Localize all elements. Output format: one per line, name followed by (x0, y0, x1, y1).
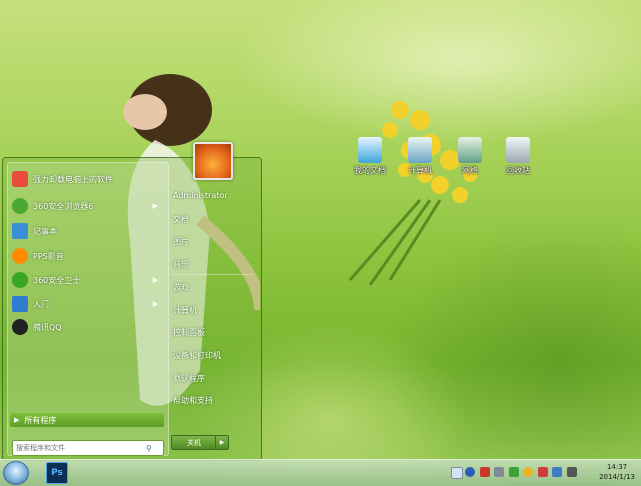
chevron-right-icon: ▶ (219, 439, 225, 446)
desktop-icon-label: 计算机 (408, 166, 432, 175)
right-item-pictures[interactable]: 图片 (173, 236, 189, 247)
desktop-icon-computer[interactable]: 计算机 (400, 137, 440, 176)
desktop-icon-label: 我的文档 (354, 166, 386, 175)
program-label: PPS影音 (33, 251, 64, 261)
keyboard-icon[interactable] (451, 467, 463, 479)
shield-tray-icon[interactable] (567, 467, 577, 477)
program-item-360-safe[interactable]: 360安全卫士 ▶ (12, 269, 164, 291)
program-label: 腾讯QQ (33, 322, 62, 332)
clock-date: 2014/1/13 (599, 473, 635, 481)
submenu-arrow-icon: ▶ (152, 300, 158, 308)
submenu-arrow-icon: ▶ (152, 202, 158, 210)
program-label: 强力卸载电脑上的软件 (33, 174, 113, 184)
program-item-qq[interactable]: 腾讯QQ (12, 316, 164, 338)
desktop-icon-label: 回收站 (506, 166, 530, 175)
program-label: 记事本 (33, 226, 57, 236)
program-label: 360安全卫士 (33, 275, 81, 285)
flag-icon[interactable] (480, 467, 490, 477)
right-item-help-support[interactable]: 帮助和支持 (173, 395, 213, 406)
desktop-icon-recycle-bin[interactable]: 回收站 (498, 137, 538, 176)
right-item-documents[interactable]: 文档 (173, 214, 189, 225)
shutdown-options-button[interactable]: ▶ (215, 435, 229, 450)
all-programs-label: 所有程序 (24, 415, 57, 425)
start-search-box[interactable]: ⚲ (12, 440, 164, 456)
getting-started-icon (12, 296, 28, 312)
security-icon[interactable] (538, 467, 548, 477)
qq-icon (12, 319, 28, 335)
right-item-computer[interactable]: 计算机 (173, 305, 197, 316)
wallpaper-flowers (348, 101, 477, 286)
taskbar-pinned-label: Ps (51, 468, 63, 478)
desktop-icon-network[interactable]: 网络 (450, 137, 490, 176)
right-item-administrator[interactable]: Administrator (173, 191, 228, 200)
search-input[interactable] (13, 444, 146, 452)
action-center-icon[interactable] (552, 467, 562, 477)
desktop-icon-my-documents[interactable]: 我的文档 (350, 137, 390, 176)
all-programs-button[interactable]: ▶ 所有程序 (10, 413, 164, 427)
uninstall-icon (12, 171, 28, 187)
shutdown-label: 关机 (187, 438, 201, 447)
right-item-devices-printers[interactable]: 设备和打印机 (173, 350, 221, 361)
clock-time: 14:37 (606, 463, 628, 471)
start-menu-programs-pane: 强力卸载电脑上的软件 360安全浏览器6 ▶ 记事本 PPS影音 360安全卫士… (7, 162, 169, 456)
notepad-icon (12, 223, 28, 239)
qq-tray-icon[interactable] (523, 467, 533, 477)
windows-start-orb[interactable] (3, 461, 29, 485)
360-safe-icon (12, 272, 28, 288)
program-item-notepad[interactable]: 记事本 (12, 220, 164, 242)
start-menu: 强力卸载电脑上的软件 360安全浏览器6 ▶ 记事本 PPS影音 360安全卫士… (2, 157, 262, 461)
taskbar-clock[interactable]: 14:37 2014/1/13 (599, 462, 635, 482)
recycle-bin-icon (506, 137, 530, 163)
network-tray-icon[interactable] (494, 467, 504, 477)
user-picture[interactable] (193, 142, 233, 180)
desktop-icon-label: 网络 (462, 166, 478, 175)
program-item-pps[interactable]: PPS影音 (12, 245, 164, 267)
computer-icon (408, 137, 432, 163)
program-item-360-browser[interactable]: 360安全浏览器6 ▶ (12, 195, 164, 217)
help-icon[interactable] (465, 467, 475, 477)
play-arrow-icon: ▶ (14, 416, 20, 424)
documents-folder-icon (358, 137, 382, 163)
submenu-arrow-icon: ▶ (152, 276, 158, 284)
360-browser-icon (12, 198, 28, 214)
program-item-getting-started[interactable]: 入门 ▶ (12, 293, 164, 315)
right-item-music[interactable]: 音乐 (173, 259, 189, 270)
search-icon[interactable]: ⚲ (146, 444, 152, 453)
right-item-games[interactable]: 游戏 (173, 282, 189, 293)
program-label: 360安全浏览器6 (33, 201, 94, 211)
volume-icon[interactable] (509, 467, 519, 477)
shutdown-button[interactable]: 关机 (171, 435, 217, 450)
pps-icon (12, 248, 28, 264)
network-icon (458, 137, 482, 163)
photoshop-icon[interactable]: Ps (46, 462, 68, 484)
right-item-default-programs[interactable]: 默认程序 (173, 373, 205, 384)
menu-divider (173, 274, 253, 275)
program-label: 入门 (33, 299, 49, 309)
right-item-control-panel[interactable]: 控制面板 (173, 327, 205, 338)
program-item-uninstaller[interactable]: 强力卸载电脑上的软件 (12, 168, 164, 190)
